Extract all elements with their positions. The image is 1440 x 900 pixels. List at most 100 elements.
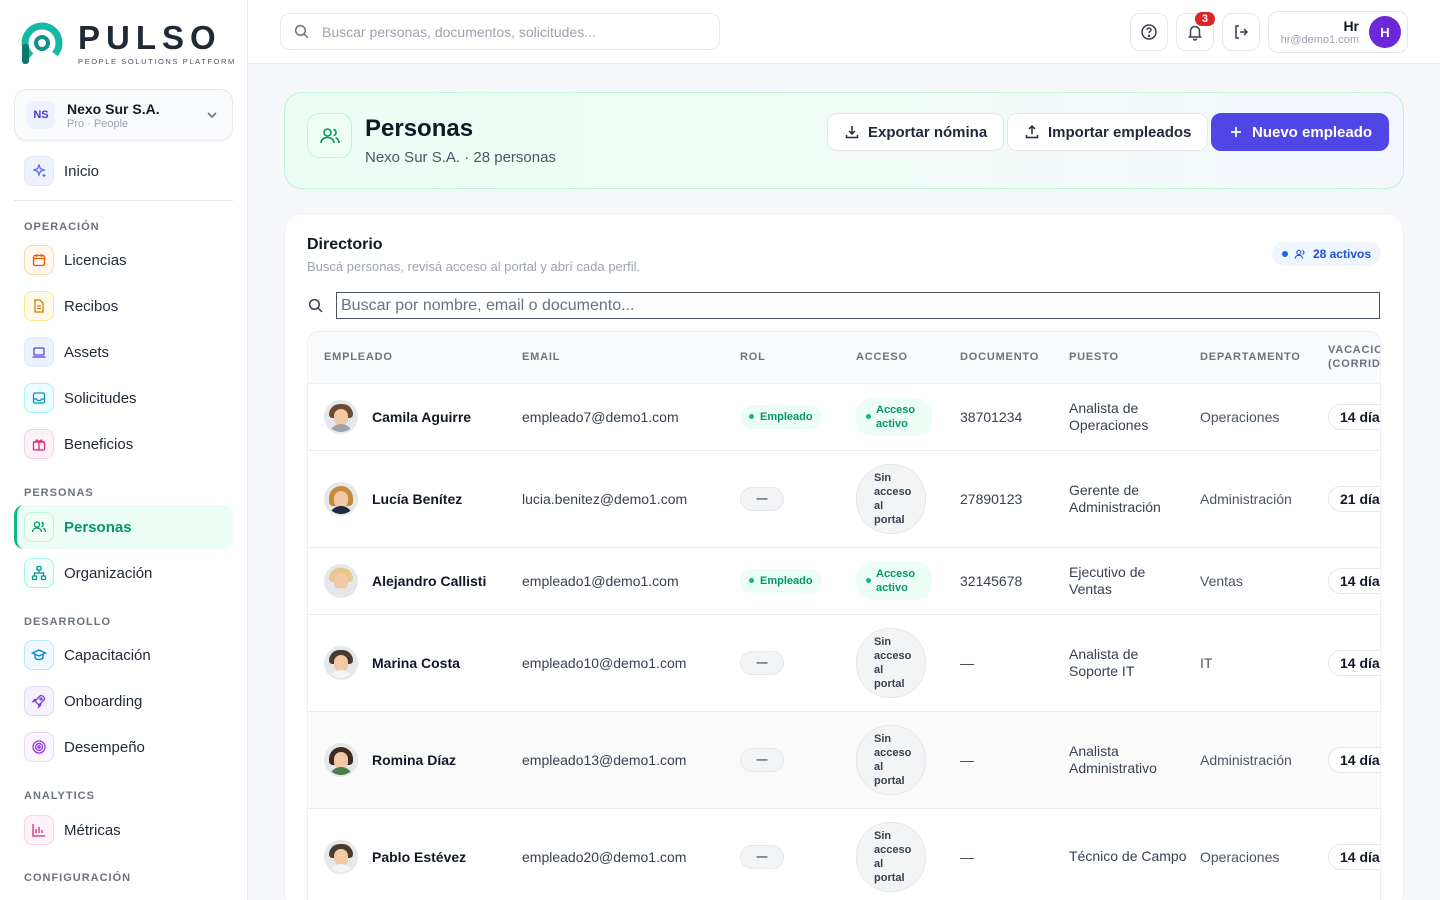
pulso-logo-icon (18, 20, 66, 66)
employee-position: Ejecutivo de Ventas (1069, 547, 1200, 615)
user-menu[interactable]: Hr hr@demo1.com H (1268, 11, 1408, 53)
sidebar-item-organizacion[interactable]: Organización (14, 551, 233, 595)
table-row[interactable]: Camila Aguirre empleado7@demo1.com Emple… (308, 383, 1380, 451)
employee-document: 27890123 (960, 450, 1069, 548)
avatar (324, 399, 358, 434)
employee-position: Técnico de Campo (1069, 808, 1200, 900)
org-plan: Pro · People (67, 117, 129, 130)
employee-department: Ventas (1200, 547, 1328, 615)
avatar (324, 563, 358, 598)
sidebar-item-onboarding[interactable]: Onboarding (14, 679, 233, 723)
divider (14, 200, 233, 201)
user-name: Hr (1343, 18, 1359, 34)
export-payroll-button[interactable]: Exportar nómina (827, 113, 1005, 151)
vacation-badge: 14 días (1328, 746, 1380, 773)
vacation-badge: 14 días (1328, 843, 1380, 870)
export-payroll-label: Exportar nómina (868, 123, 988, 141)
section-label-desarrollo: DESARROLLO (24, 616, 111, 628)
employee-department: Operaciones (1200, 808, 1328, 900)
column-header-documento[interactable]: DOCUMENTO (960, 332, 1069, 384)
employee-document: 32145678 (960, 547, 1069, 615)
sidebar-item-metricas[interactable]: Métricas (14, 808, 233, 852)
section-label-configuracion: CONFIGURACIÓN (24, 872, 132, 884)
search-icon (294, 24, 309, 39)
vacation-badge: 21 días (1328, 485, 1380, 512)
rocket-icon (24, 686, 54, 716)
column-header-empleado[interactable]: EMPLEADO (308, 332, 522, 384)
logout-button[interactable] (1222, 13, 1260, 51)
avatar (324, 839, 358, 874)
brand-tagline: PEOPLE SOLUTIONS PLATFORM (78, 56, 236, 66)
brand-logo[interactable]: PULSO PEOPLE SOLUTIONS PLATFORM (18, 20, 236, 66)
sidebar-item-inicio[interactable]: Inicio (14, 149, 233, 193)
sidebar-item-assets[interactable]: Assets (14, 330, 233, 374)
org-switcher[interactable]: NS Nexo Sur S.A. Pro · People (14, 89, 233, 141)
document-icon (24, 291, 54, 321)
section-label-personas: PERSONAS (24, 487, 94, 499)
gift-icon (24, 429, 54, 459)
sidebar-item-label: Desempeño (64, 738, 145, 756)
import-employees-label: Importar empleados (1048, 123, 1192, 141)
access-badge: Acceso activo (856, 397, 932, 436)
role-badge: — (740, 650, 784, 675)
sidebar-item-recibos[interactable]: Recibos (14, 284, 233, 328)
sidebar-item-personas[interactable]: Personas (14, 505, 233, 549)
global-search-input[interactable] (322, 23, 702, 40)
table-row[interactable]: Pablo Estévez empleado20@demo1.com — Sin… (308, 808, 1380, 900)
table-row[interactable]: Alejandro Callisti empleado1@demo1.com E… (308, 547, 1380, 615)
column-header-puesto[interactable]: PUESTO (1069, 332, 1200, 384)
new-employee-button[interactable]: Nuevo empleado (1211, 113, 1390, 151)
topbar: 3 Hr hr@demo1.com H (248, 0, 1440, 64)
directory-search-input[interactable] (336, 292, 1380, 319)
column-header-rol[interactable]: ROL (740, 332, 856, 384)
employee-document: — (960, 614, 1069, 712)
employee-position: Analista de Soporte IT (1069, 614, 1200, 712)
import-employees-button[interactable]: Importar empleados (1007, 113, 1209, 151)
sidebar-item-label: Métricas (64, 821, 121, 839)
sidebar-item-label: Onboarding (64, 692, 143, 710)
sidebar-item-label: Assets (64, 343, 110, 361)
avatar: H (1369, 16, 1401, 48)
sidebar-item-licencias[interactable]: Licencias (14, 238, 233, 282)
sidebar-item-solicitudes[interactable]: Solicitudes (14, 376, 233, 420)
sidebar-item-desempeno[interactable]: Desempeño (14, 725, 233, 769)
directory-search (307, 292, 1383, 319)
help-circle-icon (1141, 24, 1157, 40)
sidebar-item-capacitacion[interactable]: Capacitación (14, 633, 233, 677)
notifications-button[interactable]: 3 (1176, 12, 1215, 51)
sidebar-item-label: Organización (64, 564, 153, 582)
table-row[interactable]: Marina Costa empleado10@demo1.com — Sin … (308, 614, 1380, 712)
chevron-down-icon (207, 112, 217, 119)
employee-name: Marina Costa (372, 654, 460, 671)
section-label-analytics: ANALYTICS (24, 790, 95, 802)
help-button[interactable] (1130, 13, 1168, 51)
sidebar-item-beneficios[interactable]: Beneficios (14, 422, 233, 466)
access-badge: Sin acceso al portal (856, 627, 926, 698)
employee-document: 38701234 (960, 383, 1069, 451)
column-header-departamento[interactable]: DEPARTAMENTO (1200, 332, 1328, 384)
user-email: hr@demo1.com (1280, 34, 1359, 46)
plus-icon (1231, 127, 1241, 137)
employee-position: Gerente de Administración (1069, 450, 1200, 548)
role-badge: Empleado (740, 568, 822, 593)
page-title: Personas (365, 115, 474, 142)
table-row[interactable]: Romina Díaz empleado13@demo1.com — Sin a… (308, 711, 1380, 809)
new-employee-label: Nuevo empleado (1252, 123, 1373, 141)
brand-name: PULSO (78, 18, 222, 56)
role-badge: — (740, 747, 784, 772)
inbox-icon (24, 383, 54, 413)
avatar (324, 742, 358, 777)
employee-document: — (960, 808, 1069, 900)
avatar (324, 645, 358, 680)
download-icon (845, 126, 859, 139)
active-count-label: 28 activos (1312, 247, 1371, 261)
employee-name: Alejandro Callisti (372, 572, 487, 589)
column-header-vacaciones[interactable]: VACACIONES (CORRIDO) (1328, 332, 1380, 384)
access-badge: Sin acceso al portal (856, 724, 926, 795)
column-header-acceso[interactable]: ACCESO (856, 332, 960, 384)
table-row[interactable]: Lucía Benítez lucia.benitez@demo1.com — … (308, 450, 1380, 548)
employee-position: Analista Administrativo (1069, 711, 1200, 809)
global-search[interactable] (280, 13, 720, 50)
column-header-email[interactable]: EMAIL (522, 332, 740, 384)
page-header-card: Personas Nexo Sur S.A. · 28 personas Exp… (284, 92, 1404, 189)
